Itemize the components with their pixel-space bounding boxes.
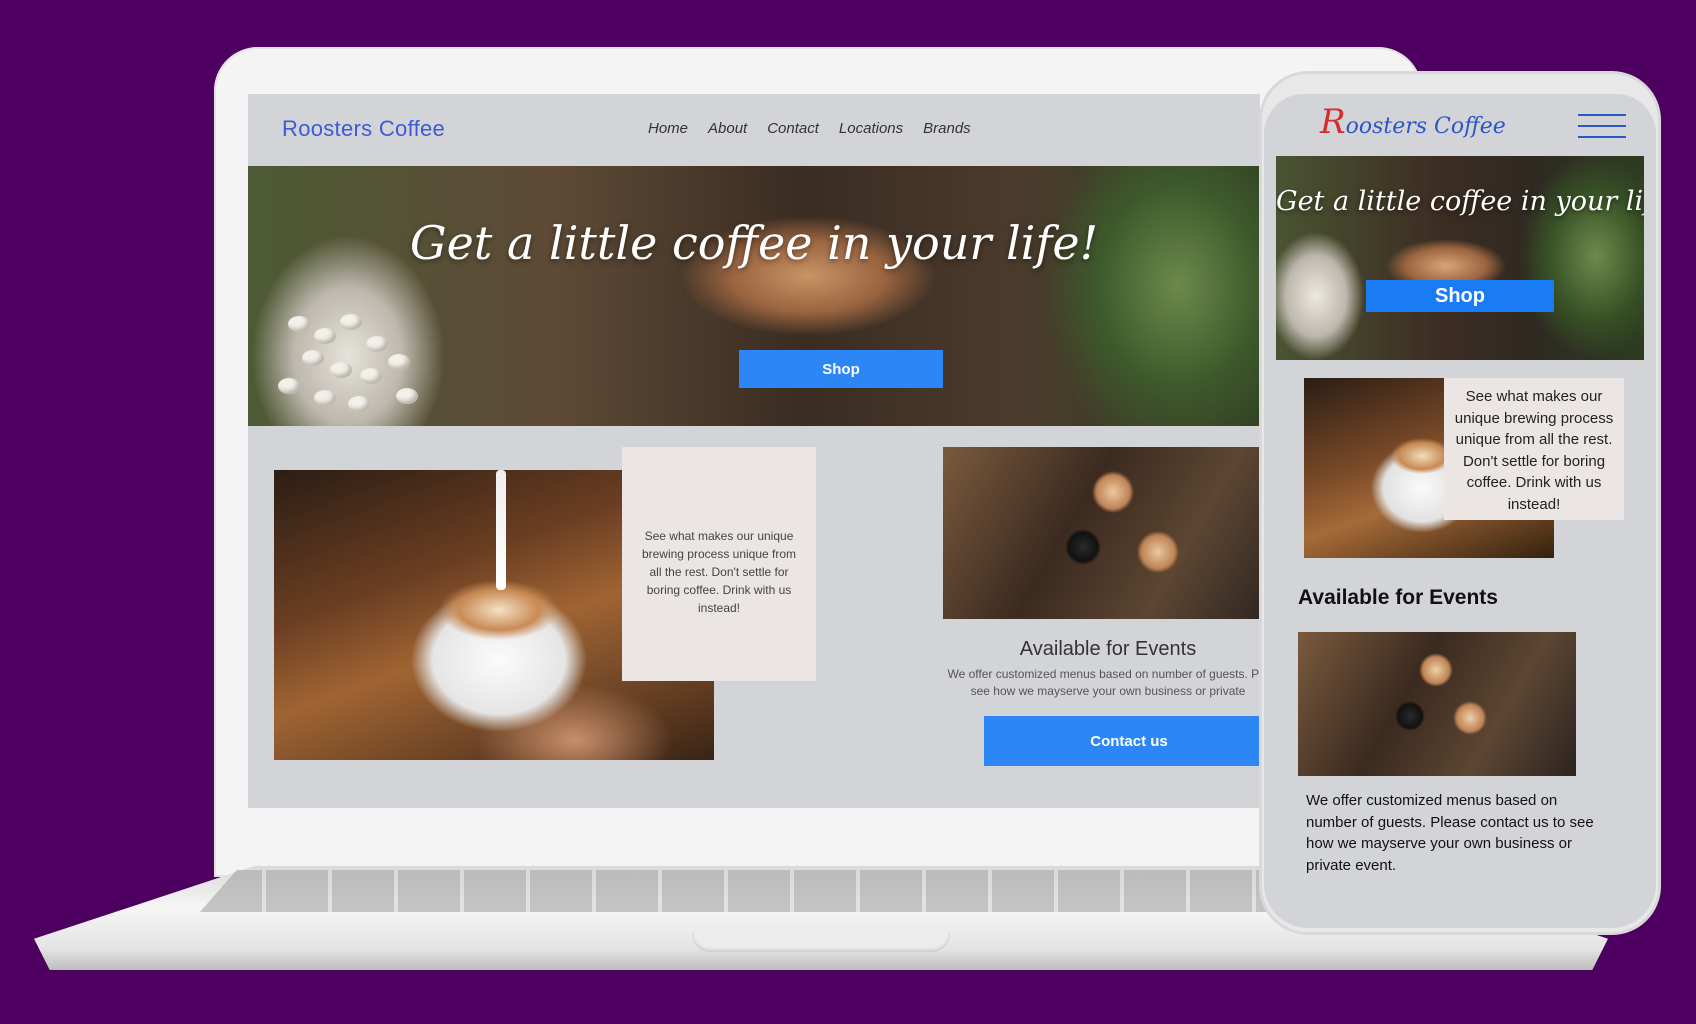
mobile-website: Roosters Coffee Get a little coffee in y… — [1264, 94, 1656, 928]
desktop-brew-text: See what makes our unique brewing proces… — [641, 529, 797, 615]
desktop-website: Roosters Coffee Home About Contact Locat… — [248, 94, 1260, 808]
mobile-events-title: Available for Events — [1298, 586, 1498, 609]
nav-brands[interactable]: Brands — [923, 120, 971, 137]
desktop-events-title: Available for Events — [1019, 638, 1197, 660]
nav-home[interactable]: Home — [648, 120, 688, 137]
mobile-hero-title: Get a little coffee in your life! — [1276, 186, 1644, 217]
coffee-cheers-photo — [943, 447, 1260, 619]
desktop-contact-button[interactable]: Contact us — [984, 716, 1260, 766]
desktop-hero-title: Get a little coffee in your life! — [409, 216, 1099, 270]
laptop-keyboard — [200, 870, 1420, 912]
mobile-logo[interactable]: Roosters Coffee — [1320, 102, 1506, 142]
mobile-logo-rest: oosters Coffee — [1345, 114, 1506, 139]
hamburger-menu-icon[interactable] — [1578, 114, 1626, 138]
desktop-events-text: We offer customized menus based on numbe… — [898, 666, 1260, 700]
mobile-cheers-photo — [1298, 632, 1576, 776]
desktop-brew-card: See what makes our unique brewing proces… — [622, 447, 816, 681]
desktop-nav: Home About Contact Locations Brands — [648, 120, 971, 137]
laptop-notch — [692, 932, 950, 952]
milk-stream-decoration — [496, 470, 506, 590]
nav-contact[interactable]: Contact — [767, 120, 819, 137]
desktop-header: Roosters Coffee Home About Contact Locat… — [248, 94, 1260, 166]
desktop-events-line-1: We offer customized menus based on numbe… — [947, 667, 1260, 681]
mobile-hero-image: Get a little coffee in your life! Shop — [1276, 156, 1644, 360]
mobile-brew-card: See what makes our unique brewing proces… — [1444, 378, 1624, 520]
mobile-events-text: We offer customized menus based on numbe… — [1306, 792, 1594, 874]
mobile-logo-initial: R — [1320, 102, 1346, 142]
nav-about[interactable]: About — [708, 120, 747, 137]
desktop-events-line-2: see how we mayserve your own business or… — [970, 684, 1246, 698]
mobile-brew-text: See what makes our unique brewing proces… — [1454, 388, 1614, 513]
desktop-hero-image: Get a little coffee in your life! Shop — [248, 166, 1260, 426]
desktop-logo[interactable]: Roosters Coffee — [282, 116, 445, 142]
nav-locations[interactable]: Locations — [839, 120, 903, 137]
desktop-shop-button[interactable]: Shop — [739, 350, 943, 388]
mobile-shop-button[interactable]: Shop — [1366, 280, 1554, 312]
